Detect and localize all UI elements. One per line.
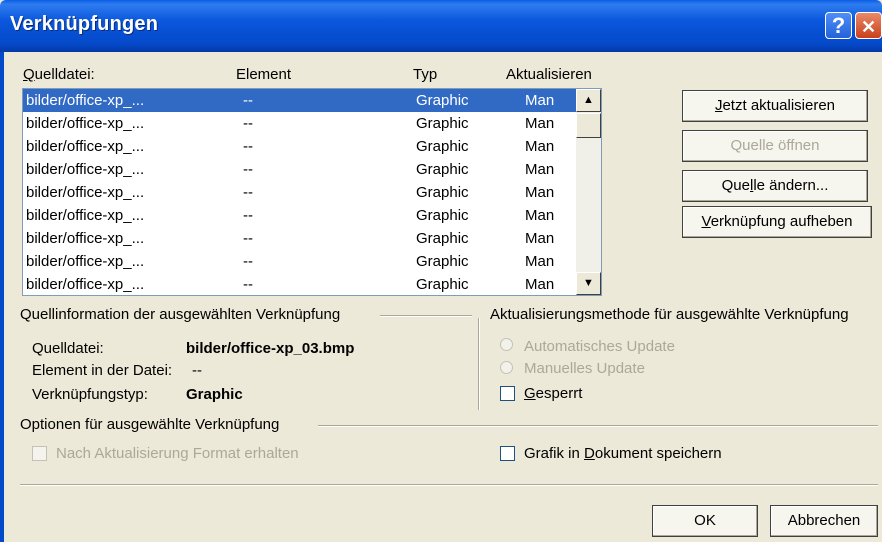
link-cell-type: Graphic: [416, 253, 469, 270]
scroll-thumb[interactable]: [576, 113, 601, 138]
divider: [380, 315, 472, 317]
column-header-update: Aktualisieren: [506, 66, 592, 83]
link-cell-update: Man: [525, 138, 555, 155]
link-cell-source: bilder/office-xp_...: [26, 230, 145, 247]
update-method-heading: Aktualisierungsmethode für ausgewählte V…: [490, 306, 849, 323]
close-button[interactable]: ✕: [855, 12, 882, 39]
link-cell-update: Man: [525, 115, 555, 132]
close-icon: ✕: [860, 17, 877, 37]
source-file-value: bilder/office-xp_03.bmp: [186, 340, 355, 357]
link-type-label: Verknüpfungstyp:: [32, 386, 148, 403]
link-cell-source: bilder/office-xp_...: [26, 115, 145, 132]
link-cell-element: --: [243, 230, 253, 247]
break-link-button[interactable]: Verknüpfung aufheben: [682, 206, 872, 238]
manual-update-label: Manuelles Update: [524, 360, 645, 377]
link-cell-element: --: [243, 276, 253, 293]
links-list[interactable]: bilder/office-xp_... -- Graphic Man bilder/o…: [22, 88, 602, 296]
link-cell-update: Man: [525, 184, 555, 201]
cancel-button[interactable]: Abbrechen: [770, 505, 878, 537]
link-cell-source: bilder/office-xp_...: [26, 276, 145, 293]
link-cell-type: Graphic: [416, 207, 469, 224]
open-source-button[interactable]: Quelle öffnen: [682, 130, 868, 162]
window-title: Verknüpfungen: [10, 13, 159, 35]
list-scrollbar[interactable]: ▲ ▼: [576, 89, 601, 295]
link-cell-element: --: [243, 207, 253, 224]
link-row[interactable]: bilder/office-xp_... -- Graphic Man: [23, 204, 576, 227]
arrow-down-icon: ▼: [583, 277, 594, 289]
link-cell-update: Man: [525, 253, 555, 270]
divider: [20, 484, 878, 486]
window-frame: [0, 52, 4, 542]
link-row[interactable]: bilder/office-xp_... -- Graphic Man: [23, 158, 576, 181]
link-cell-source: bilder/office-xp_...: [26, 253, 145, 270]
column-header-type: Typ: [413, 66, 438, 83]
update-now-button[interactable]: Jetzt aktualisieren: [682, 90, 868, 122]
link-row[interactable]: bilder/office-xp_... -- Graphic Man: [23, 227, 576, 250]
keep-format-label: Nach Aktualisierung Format erhalten: [56, 445, 299, 462]
link-cell-source: bilder/office-xp_...: [26, 138, 145, 155]
scroll-up-button[interactable]: ▲: [576, 89, 601, 112]
link-cell-source: bilder/office-xp_...: [26, 92, 145, 109]
element-in-file-label: Element in der Datei:: [32, 362, 173, 379]
link-cell-type: Graphic: [416, 230, 469, 247]
link-type-value: Graphic: [186, 386, 243, 403]
link-row[interactable]: bilder/office-xp_... -- Graphic Man: [23, 135, 576, 158]
locked-checkbox[interactable]: [500, 386, 515, 401]
link-cell-type: Graphic: [416, 276, 469, 293]
link-cell-update: Man: [525, 161, 555, 178]
scroll-down-button[interactable]: ▼: [576, 272, 601, 295]
link-cell-element: --: [243, 184, 253, 201]
link-cell-source: bilder/office-xp_...: [26, 184, 145, 201]
help-button[interactable]: ?: [825, 12, 852, 39]
link-cell-element: --: [243, 138, 253, 155]
column-header-element: Element: [236, 66, 292, 83]
manual-update-radio[interactable]: [500, 361, 513, 374]
automatic-update-radio[interactable]: [500, 338, 513, 351]
save-graphic-checkbox[interactable]: [500, 446, 515, 461]
locked-label: Gesperrt: [524, 385, 583, 402]
link-cell-source: bilder/office-xp_...: [26, 207, 145, 224]
link-cell-update: Man: [525, 92, 555, 109]
link-cell-update: Man: [525, 207, 555, 224]
link-row[interactable]: bilder/office-xp_... -- Graphic Man: [23, 181, 576, 204]
link-cell-element: --: [243, 92, 253, 109]
link-cell-type: Graphic: [416, 115, 469, 132]
link-cell-source: bilder/office-xp_...: [26, 161, 145, 178]
link-cell-type: Graphic: [416, 138, 469, 155]
ok-button[interactable]: OK: [652, 505, 758, 537]
link-cell-type: Graphic: [416, 161, 469, 178]
automatic-update-label: Automatisches Update: [524, 338, 675, 355]
save-graphic-label: Grafik in Dokument speichern: [524, 445, 722, 462]
link-cell-type: Graphic: [416, 184, 469, 201]
change-source-button[interactable]: Quelle ändern...: [682, 170, 868, 202]
options-heading: Optionen für ausgewählte Verknüpfung: [20, 416, 280, 433]
link-row[interactable]: bilder/office-xp_... -- Graphic Man: [23, 89, 576, 112]
arrow-up-icon: ▲: [583, 94, 594, 106]
link-cell-update: Man: [525, 230, 555, 247]
source-info-heading: Quellinformation der ausgewählten Verknü…: [20, 306, 341, 323]
keep-format-checkbox[interactable]: [32, 446, 47, 461]
link-row[interactable]: bilder/office-xp_... -- Graphic Man: [23, 112, 576, 135]
link-cell-element: --: [243, 253, 253, 270]
link-row[interactable]: bilder/office-xp_... -- Graphic Man: [23, 273, 576, 295]
link-row[interactable]: bilder/office-xp_... -- Graphic Man: [23, 250, 576, 273]
element-in-file-value: --: [192, 362, 202, 379]
divider: [478, 318, 480, 410]
divider: [318, 425, 878, 427]
link-cell-update: Man: [525, 276, 555, 293]
source-file-label: Quelldatei:: [32, 340, 104, 357]
column-header-source: Quelldatei:: [23, 66, 95, 83]
link-cell-type: Graphic: [416, 92, 469, 109]
link-cell-element: --: [243, 161, 253, 178]
link-cell-element: --: [243, 115, 253, 132]
